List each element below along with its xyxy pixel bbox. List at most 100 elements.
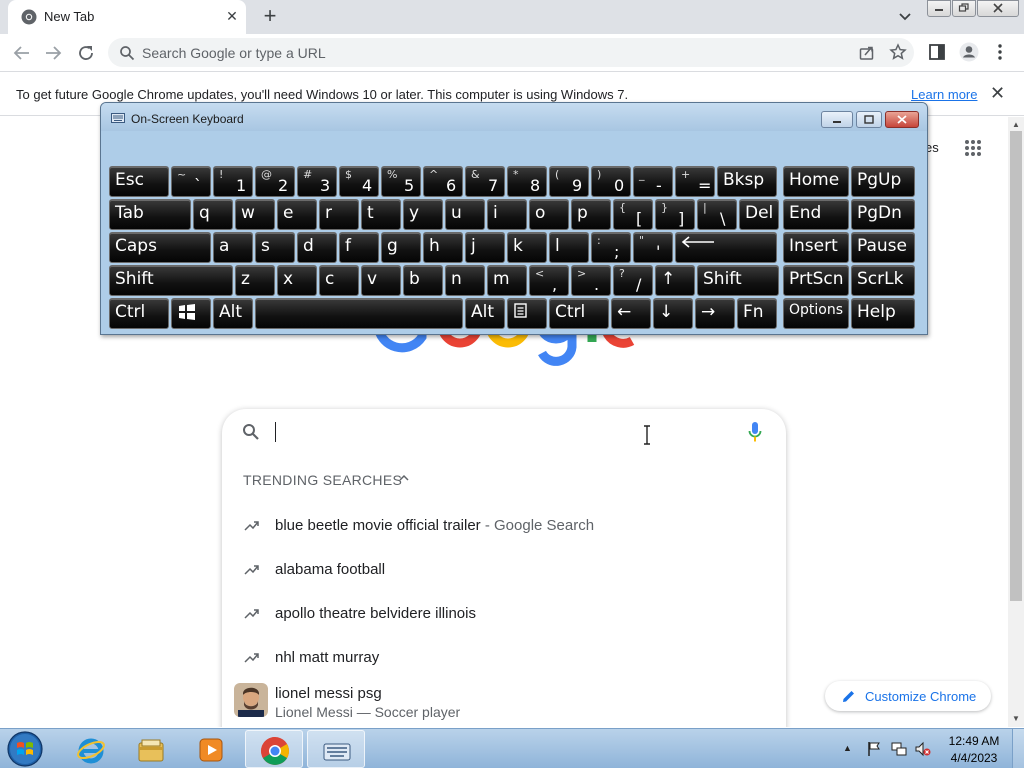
- key-shift[interactable]: Shift: [697, 265, 779, 296]
- search-input[interactable]: [275, 422, 276, 442]
- key-f[interactable]: f: [339, 232, 379, 263]
- key-enter-arrow[interactable]: [675, 232, 777, 263]
- tab-close-icon[interactable]: ✕: [223, 7, 241, 25]
- key-g[interactable]: g: [381, 232, 421, 263]
- key-\[interactable]: | \: [697, 199, 737, 230]
- key-fn[interactable]: Fn: [737, 298, 777, 329]
- key-5[interactable]: % 5: [381, 166, 421, 197]
- key-↓[interactable]: ↓: [653, 298, 693, 329]
- back-arrow-icon[interactable]: [9, 40, 35, 66]
- key-p[interactable]: p: [571, 199, 611, 230]
- taskbar-file-explorer[interactable]: [122, 730, 180, 768]
- key-,[interactable]: <,: [529, 265, 569, 296]
- key-o[interactable]: o: [529, 199, 569, 230]
- tab-new-tab[interactable]: New Tab ✕: [8, 0, 246, 34]
- key-i[interactable]: i: [487, 199, 527, 230]
- key-=[interactable]: + =: [675, 166, 715, 197]
- key-2[interactable]: @2: [255, 166, 295, 197]
- google-apps-grid-icon[interactable]: [964, 139, 982, 157]
- osk-close-button[interactable]: [885, 111, 919, 128]
- action-center-flag-icon[interactable]: [866, 741, 882, 757]
- key-options[interactable]: Options: [783, 298, 849, 329]
- key-6[interactable]: ^ 6: [423, 166, 463, 197]
- taskbar-chrome[interactable]: [245, 730, 303, 768]
- key-pgup[interactable]: PgUp: [851, 166, 915, 197]
- taskbar-media-player[interactable]: [182, 730, 240, 768]
- key-u[interactable]: u: [445, 199, 485, 230]
- key-q[interactable]: q: [193, 199, 233, 230]
- key-tab[interactable]: Tab: [109, 199, 191, 230]
- clock-time[interactable]: 12:49 AM: [944, 734, 1004, 748]
- key-prtscn[interactable]: PrtScn: [783, 265, 849, 296]
- key-l[interactable]: l: [549, 232, 589, 263]
- profile-avatar-icon[interactable]: [959, 42, 979, 62]
- key-ctrl[interactable]: Ctrl: [549, 298, 609, 329]
- key-y[interactable]: y: [403, 199, 443, 230]
- key-scrlk[interactable]: ScrLk: [851, 265, 915, 296]
- key-8[interactable]: * 8: [507, 166, 547, 197]
- key-space[interactable]: [255, 298, 463, 329]
- key-3[interactable]: #3: [297, 166, 337, 197]
- key-;[interactable]: :;: [591, 232, 631, 263]
- scroll-down-arrow-icon[interactable]: ▼: [1012, 714, 1020, 723]
- key-c[interactable]: c: [319, 265, 359, 296]
- key-s[interactable]: s: [255, 232, 295, 263]
- key-1[interactable]: ! 1: [213, 166, 253, 197]
- window-minimize-button[interactable]: [927, 0, 951, 17]
- key-0[interactable]: ) 0: [591, 166, 631, 197]
- infobar-close-icon[interactable]: ✕: [990, 83, 1005, 104]
- suggestion-row[interactable]: nhl matt murray: [222, 636, 786, 680]
- key-a[interactable]: a: [213, 232, 253, 263]
- scrollbar-thumb[interactable]: [1010, 131, 1022, 601]
- key-del[interactable]: Del: [739, 199, 779, 230]
- chevron-up-icon[interactable]: [398, 472, 410, 484]
- key-e[interactable]: e: [277, 199, 317, 230]
- key-shift[interactable]: Shift: [109, 265, 233, 296]
- key-←[interactable]: ←: [611, 298, 651, 329]
- share-icon[interactable]: [858, 44, 876, 62]
- key-[[interactable]: {[: [613, 199, 653, 230]
- key-n[interactable]: n: [445, 265, 485, 296]
- suggestion-row[interactable]: alabama football: [222, 548, 786, 592]
- key-b[interactable]: b: [403, 265, 443, 296]
- microphone-icon[interactable]: [748, 421, 762, 443]
- key-pgdn[interactable]: PgDn: [851, 199, 915, 230]
- show-desktop-button[interactable]: [1012, 729, 1024, 768]
- key-end[interactable]: End: [783, 199, 849, 230]
- volume-muted-icon[interactable]: [915, 741, 931, 757]
- key-t[interactable]: t: [361, 199, 401, 230]
- clock-date[interactable]: 4/4/2023: [944, 751, 1004, 765]
- key-bksp[interactable]: Bksp: [717, 166, 777, 197]
- page-scrollbar[interactable]: ▲ ▼: [1008, 117, 1024, 727]
- key-menu-key[interactable]: [507, 298, 547, 329]
- key-'[interactable]: " ': [633, 232, 673, 263]
- key-.[interactable]: >.: [571, 265, 611, 296]
- forward-arrow-icon[interactable]: [40, 40, 66, 66]
- key-windows-logo[interactable]: [171, 298, 211, 329]
- key-h[interactable]: h: [423, 232, 463, 263]
- window-close-button[interactable]: [977, 0, 1019, 17]
- key-x[interactable]: x: [277, 265, 317, 296]
- key-d[interactable]: d: [297, 232, 337, 263]
- key-↑[interactable]: ↑: [655, 265, 695, 296]
- key-9[interactable]: (9: [549, 166, 589, 197]
- reload-icon[interactable]: [73, 40, 99, 66]
- tray-expand-icon[interactable]: ▲: [843, 743, 859, 759]
- osk-minimize-button[interactable]: [821, 111, 853, 128]
- key-`[interactable]: ~ `: [171, 166, 211, 197]
- key-7[interactable]: & 7: [465, 166, 505, 197]
- customize-chrome-button[interactable]: Customize Chrome: [825, 681, 991, 711]
- suggestion-row[interactable]: blue beetle movie official trailer - Goo…: [222, 504, 786, 548]
- key-esc[interactable]: Esc: [109, 166, 169, 197]
- key-v[interactable]: v: [361, 265, 401, 296]
- key-alt[interactable]: Alt: [465, 298, 505, 329]
- suggestion-row-entity[interactable]: lionel messi psg Lionel Messi — Soccer p…: [222, 680, 786, 727]
- bookmark-star-icon[interactable]: [889, 43, 907, 61]
- window-restore-button[interactable]: [952, 0, 976, 17]
- osk-maximize-button[interactable]: [856, 111, 882, 128]
- key-][interactable]: }]: [655, 199, 695, 230]
- network-icon[interactable]: [891, 741, 907, 757]
- key-→[interactable]: →: [695, 298, 735, 329]
- key-caps[interactable]: Caps: [109, 232, 211, 263]
- key-k[interactable]: k: [507, 232, 547, 263]
